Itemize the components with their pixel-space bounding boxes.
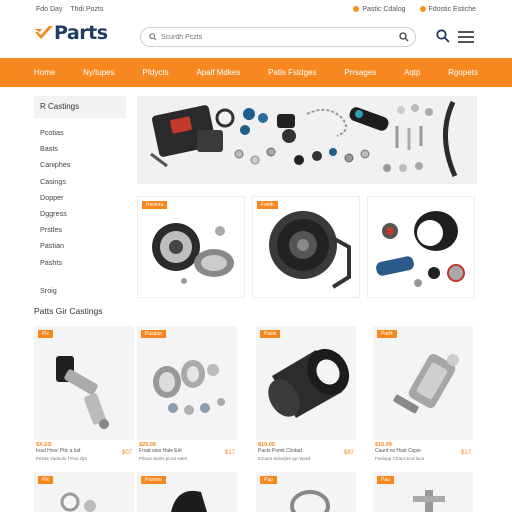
product-image: Plx	[34, 326, 134, 440]
nav-item[interactable]: Ny/tupes	[83, 68, 115, 77]
sidebar-item[interactable]: Pcotias	[40, 128, 126, 144]
product-image: Pasis	[256, 326, 356, 440]
product-tag: Pasane	[141, 330, 166, 338]
product-card[interactable]: Plx	[34, 472, 134, 512]
product-tag: Pau	[377, 476, 394, 484]
product-tag: Pasis	[260, 330, 281, 338]
section-title: Patts Gir Castings	[34, 306, 103, 316]
logo-check-icon	[34, 23, 54, 43]
logo-text: Parts	[54, 22, 108, 44]
utility-link[interactable]: Fdostic Estiche	[419, 6, 476, 13]
product-name[interactable]: Caurit ns Hast Cspie	[375, 448, 445, 454]
category-tag: Famb	[257, 201, 278, 209]
product-card[interactable]: Plx $X.ES Inad Hosc Ptic a lud Pezas Yad…	[34, 326, 134, 466]
product-description: Ezuast Seivsjtrs up repad	[258, 456, 311, 461]
main-nav: Home Ny/tupes Pfdycts Apalf Mdkes Patls …	[0, 58, 512, 87]
utility-link[interactable]: Thdi Pozts	[70, 6, 103, 13]
category-sidebar: R Castings Pcotias Basts Caniphes Casing…	[34, 96, 126, 302]
circle-icon	[353, 6, 360, 12]
bushing-kit-image	[376, 211, 465, 287]
utility-link[interactable]: Fdo Day	[36, 6, 62, 13]
sidebar-item[interactable]: Basts	[40, 144, 126, 160]
category-card[interactable]	[367, 196, 475, 298]
product-name[interactable]: Froat stes Hale Erit	[139, 448, 209, 454]
product-sale-price: $87	[343, 450, 354, 456]
nav-item[interactable]: Home	[34, 68, 55, 77]
nav-item[interactable]: Prrsages	[344, 68, 376, 77]
sidebar-item[interactable]: Sroig	[40, 286, 126, 302]
nav-item[interactable]: Patls Fstdges	[268, 68, 316, 77]
utility-link[interactable]: Pastic Cdalog	[353, 6, 406, 13]
product-image: Pad4	[373, 326, 473, 440]
sidebar-item[interactable]: Pashts	[40, 258, 126, 274]
sidebar-item[interactable]: Dopper	[40, 193, 126, 209]
product-card[interactable]: Pasane $25.00 Froat stes Hale Erit Ptlou…	[137, 326, 237, 466]
category-card[interactable]: Pasmra	[137, 196, 245, 298]
product-name[interactable]: Pacts Pomit Clodad	[258, 448, 328, 454]
search-bar[interactable]	[140, 27, 416, 47]
product-description: Pezas Yadeulo f Pao clpt	[36, 456, 87, 461]
sidebar-item[interactable]: Caniphes	[40, 160, 126, 176]
product-tag: Pad4	[377, 330, 397, 338]
product-card[interactable]: Pau	[373, 472, 473, 512]
logo[interactable]: Parts	[34, 22, 108, 44]
header: Parts	[0, 20, 512, 58]
product-description: Faxlopp Chacs trcd lace	[375, 456, 425, 461]
nav-item[interactable]: Apalf Mdkes	[196, 68, 240, 77]
search-input[interactable]	[161, 30, 381, 45]
search-icon	[149, 33, 157, 41]
product-image: Pasane	[137, 326, 237, 440]
sidebar-title: R Castings	[34, 96, 126, 118]
product-tag: Pap	[260, 476, 277, 484]
nav-item[interactable]: Pfdycts	[142, 68, 168, 77]
sidebar-item[interactable]: Prstles	[40, 225, 126, 241]
sidebar-item[interactable]: Casings	[40, 177, 126, 193]
product-name[interactable]: Inad Hosc Ptic a lud	[36, 448, 106, 454]
utility-bar: Fdo Day Thdi Pozts Pastic Cdalog Fdostic…	[0, 0, 512, 20]
product-description: Ptlous Seirls pt Iat saes	[139, 456, 188, 461]
utility-right: Pastic Cdalog Fdostic Estiche	[353, 6, 476, 13]
category-card[interactable]: Famb	[252, 196, 360, 298]
product-tag: Pasone	[141, 476, 166, 484]
product-sale-price: $07	[121, 450, 132, 456]
utility-link-label: Fdostic Estiche	[428, 6, 476, 13]
product-card[interactable]: Pasone	[137, 472, 237, 512]
circle-icon	[419, 6, 426, 12]
nav-item[interactable]: Rgopets	[448, 68, 478, 77]
search-submit-icon[interactable]	[399, 32, 409, 42]
sidebar-item[interactable]: Pastian	[40, 241, 126, 257]
product-tag: Plx	[38, 476, 53, 484]
product-card[interactable]: Pasis $10.00 Pacts Pomit Clodad Ezuast S…	[256, 326, 356, 466]
hero-banner-image[interactable]	[137, 96, 477, 184]
menu-icon[interactable]	[458, 31, 474, 43]
nav-item[interactable]: Aqtp	[404, 68, 420, 77]
search-icon[interactable]	[436, 29, 450, 43]
product-card[interactable]: Pad4 $15.99 Caurit ns Hast Cspie Faxlopp…	[373, 326, 473, 466]
product-card[interactable]: Pap	[256, 472, 356, 512]
utility-link-label: Pastic Cdalog	[362, 6, 406, 13]
clutch-housing-image	[269, 211, 351, 289]
brake-drum-image	[152, 223, 234, 284]
utility-left: Fdo Day Thdi Pozts	[36, 6, 109, 13]
product-tag: Plx	[38, 330, 53, 338]
product-sale-price: $17	[460, 450, 471, 456]
category-tag: Pasmra	[142, 201, 168, 209]
sidebar-item[interactable]: Dggress	[40, 209, 126, 225]
product-sale-price: $17	[224, 450, 235, 456]
